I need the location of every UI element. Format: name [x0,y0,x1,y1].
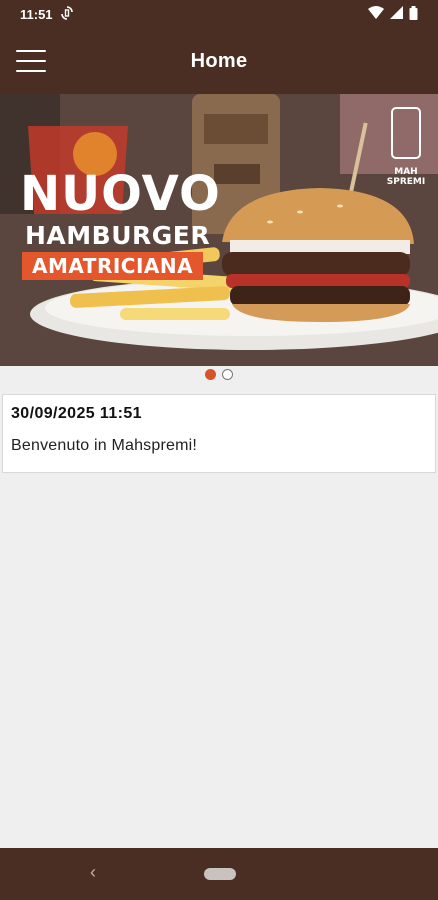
signal-icon [390,6,403,22]
status-time: 11:51 [20,6,53,22]
message-date: 30/09/2025 11:51 [11,405,142,422]
carousel-dot-2[interactable] [222,369,233,380]
status-bar: 11:51 [0,0,438,28]
sync-icon [60,5,73,23]
page-title: Home [190,49,248,72]
promo-carousel[interactable]: MAH SPREMI NUOVO HAMBURGER AMATRICIANA [0,94,438,366]
banner-headline: NUOVO [20,166,221,222]
banner-subheadline: HAMBURGER [25,221,211,250]
back-icon[interactable]: ‹ [90,862,96,883]
wifi-icon [368,6,384,22]
svg-text:MAH: MAH [394,167,417,177]
banner-tag: AMATRICIANA [22,252,204,280]
message-card[interactable]: 30/09/2025 11:51 Benvenuto in Mahspremi! [2,394,436,473]
carousel-dot-1[interactable] [205,369,216,380]
message-text: Benvenuto in Mahspremi! [11,437,198,454]
battery-icon [409,5,418,23]
svg-text:SPREMI: SPREMI [387,177,425,187]
app-bar: Home [0,28,438,94]
carousel-indicator [0,369,438,383]
hamburger-menu-icon[interactable] [14,46,48,76]
system-nav-bar: ‹ [0,848,438,900]
home-pill-icon[interactable] [204,868,236,880]
